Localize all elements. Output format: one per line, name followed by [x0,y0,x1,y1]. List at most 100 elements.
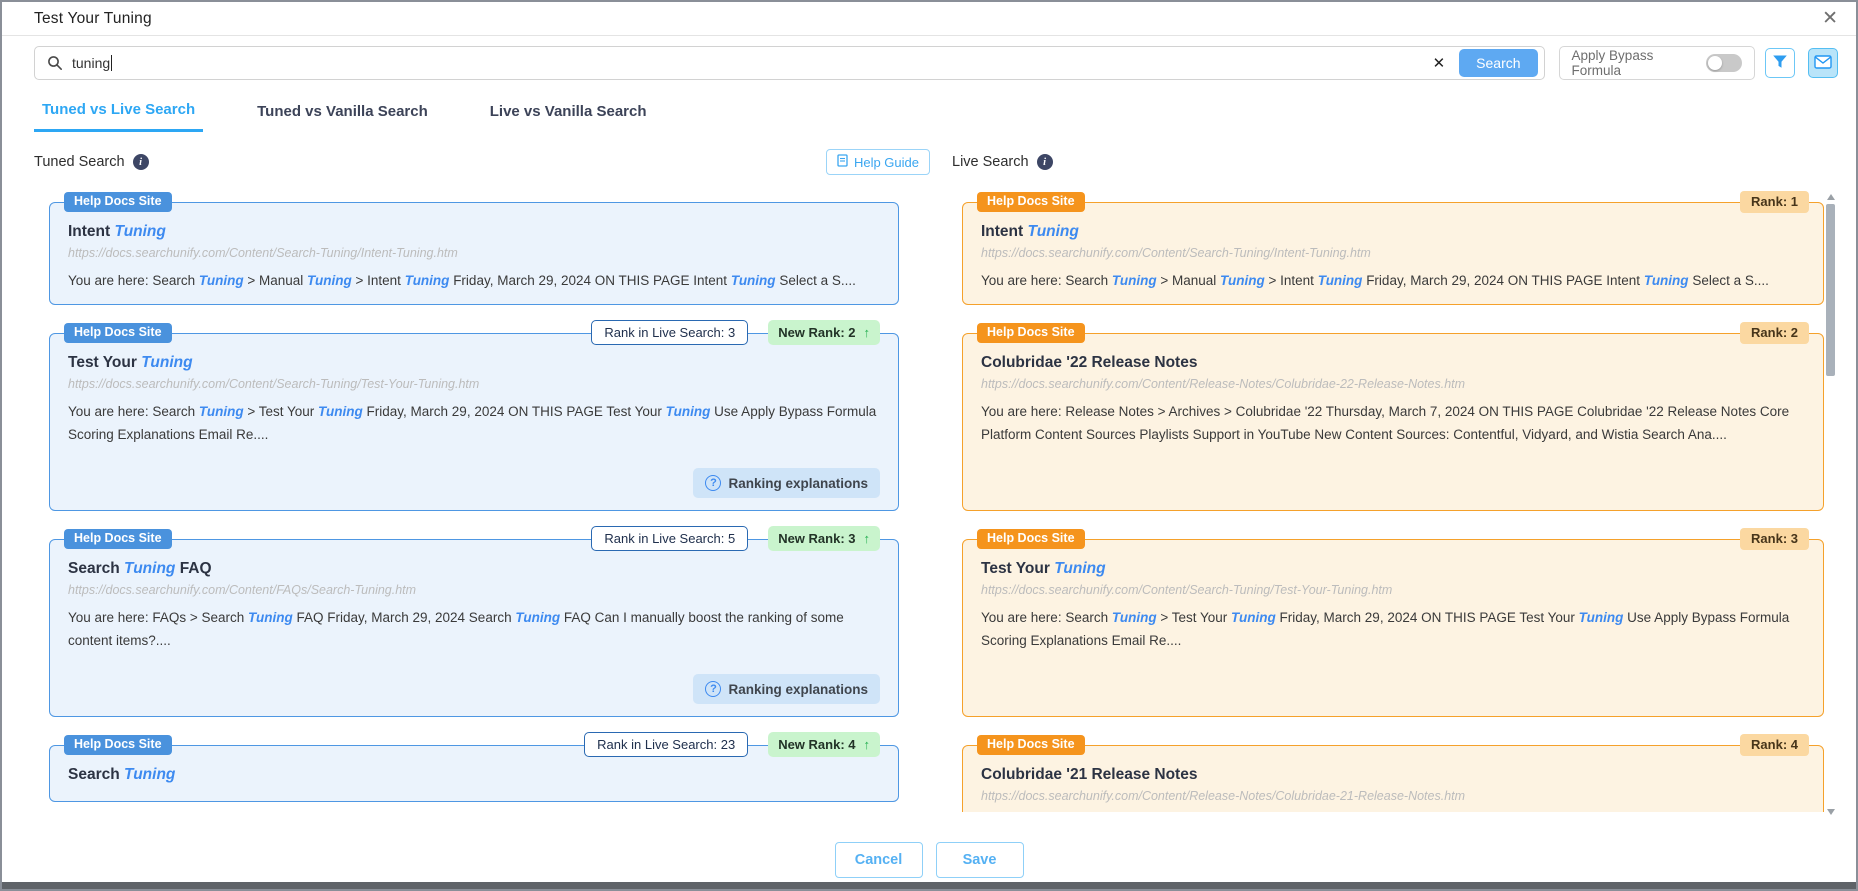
email-icon [1814,55,1832,72]
text-segment: > Test Your [244,404,318,419]
highlighted-term: Tuning [405,273,450,288]
ranking-explanations-label: Ranking explanations [728,682,868,697]
rank-badge: Rank: 1 [1740,191,1809,213]
rank-badges: Rank in Live Search: 3New Rank: 2↑ [591,320,880,345]
result-title[interactable]: Intent Tuning [68,223,880,241]
highlighted-term: Tuning [1054,560,1105,577]
result-card: Help Docs SiteRank in Live Search: 23New… [49,745,899,802]
info-icon[interactable]: i [133,154,149,170]
result-url: https://docs.searchunify.com/Content/Rel… [981,789,1805,803]
text-segment: Friday, March 29, 2024 ON THIS PAGE Inte… [449,273,730,288]
text-segment: You are here: Search [68,404,199,419]
vertical-scrollbar-thumb[interactable] [1826,204,1835,376]
text-segment: > Manual [244,273,307,288]
clear-search-icon[interactable]: ✕ [1433,54,1446,72]
rank-up-arrow-icon: ↑ [864,737,871,752]
source-badge: Help Docs Site [977,192,1085,212]
toggle-knob [1708,56,1722,70]
tuned-search-label: Tuned Search [34,154,125,170]
text-segment: Search [68,560,124,577]
cancel-button[interactable]: Cancel [835,842,923,878]
ranking-explanations-button[interactable]: ? Ranking explanations [693,674,880,704]
text-segment: You are here: Search [981,273,1112,288]
text-segment: You are here: FAQs > Search [68,610,248,625]
highlighted-term: Tuning [1112,273,1157,288]
text-segment: Search [68,766,124,783]
email-button[interactable] [1808,48,1838,78]
result-card: Help Docs SiteRank: 4Colubridae '21 Rele… [962,745,1824,812]
result-title[interactable]: Search Tuning FAQ [68,560,880,578]
text-segment: Friday, March 29, 2024 ON THIS PAGE Test… [363,404,666,419]
source-badge: Help Docs Site [977,735,1085,755]
text-segment: Colubridae '21 Release Notes [981,766,1197,783]
result-snippet: You are here: Search Tuning > Manual Tun… [68,270,880,292]
text-caret [111,55,112,71]
highlighted-term: Tuning [318,404,363,419]
highlighted-term: Tuning [199,404,244,419]
question-circle-icon: ? [705,681,721,697]
highlighted-term: Tuning [515,610,560,625]
text-segment: > Intent [1265,273,1318,288]
new-rank-text: New Rank: 2 [778,325,855,340]
source-badge: Help Docs Site [64,529,172,549]
modal-title: Test Your Tuning [34,10,152,28]
result-url: https://docs.searchunify.com/Content/Sea… [68,246,880,260]
result-url: https://docs.searchunify.com/Content/Sea… [68,377,880,391]
rank-badge: Rank: 4 [1740,734,1809,756]
result-snippet: You are here: Search Tuning > Test Your … [68,401,880,446]
result-title[interactable]: Intent Tuning [981,223,1805,241]
source-badge: Help Docs Site [64,735,172,755]
text-segment: Test Your [981,560,1054,577]
scroll-down-arrow-icon[interactable] [1827,809,1835,815]
text-segment: FAQ Friday, March 29, 2024 Search [293,610,516,625]
rank-in-live-badge: Rank in Live Search: 3 [591,320,748,345]
search-input[interactable]: tuning ✕ Search [34,46,1545,80]
new-rank-badge: New Rank: 3↑ [768,526,880,551]
text-segment: Test Your [68,354,141,371]
highlighted-term: Tuning [199,273,244,288]
new-rank-badge: New Rank: 4 ↑ [768,732,880,757]
help-guide-label: Help Guide [854,155,919,170]
save-button[interactable]: Save [936,842,1024,878]
result-title[interactable]: Test Your Tuning [68,354,880,372]
highlighted-term: Tuning [1220,273,1265,288]
highlighted-term: Tuning [307,273,352,288]
text-segment: You are here: Search [68,273,199,288]
apply-bypass-formula-group: Apply Bypass Formula [1559,46,1756,80]
live-search-label: Live Search [952,154,1029,170]
search-row: tuning ✕ Search Apply Bypass Formula [34,46,1838,80]
filter-button[interactable] [1765,48,1795,78]
ranking-explanations-label: Ranking explanations [728,476,868,491]
highlighted-term: Tuning [1579,610,1624,625]
info-icon[interactable]: i [1037,154,1053,170]
result-card: Help Docs SiteRank: 1Intent Tuninghttps:… [962,202,1824,305]
search-query-text: tuning [72,55,110,71]
result-url: https://docs.searchunify.com/Content/FAQ… [68,583,880,597]
tab-tuned-vs-vanilla-search[interactable]: Tuned vs Vanilla Search [249,95,436,132]
result-title[interactable]: Test Your Tuning [981,560,1805,578]
modal-header: Test Your Tuning ✕ [2,2,1856,36]
tab-tuned-vs-live-search[interactable]: Tuned vs Live Search [34,95,203,132]
text-segment: Select a S.... [1689,273,1769,288]
help-guide-button[interactable]: Help Guide [826,149,930,175]
results-region: Help Docs Site Intent Tuning https://docs.… [2,187,1856,812]
close-icon[interactable]: ✕ [1822,9,1838,28]
highlighted-term: Tuning [666,404,711,419]
ranking-explanations-button[interactable]: ?Ranking explanations [693,468,880,498]
source-badge: Help Docs Site [64,323,172,343]
new-rank-text: New Rank: 4 [778,737,855,752]
comparison-tabs: Tuned vs Live Search Tuned vs Vanilla Se… [34,95,1824,132]
text-segment: > Intent [352,273,405,288]
horizontal-scrollbar-thumb[interactable] [2,882,1856,889]
result-title[interactable]: Search Tuning [68,766,880,784]
scroll-up-arrow-icon[interactable] [1827,194,1835,200]
result-title[interactable]: Colubridae '22 Release Notes [981,354,1805,372]
source-badge: Help Docs Site [977,323,1085,343]
search-button[interactable]: Search [1459,49,1537,77]
apply-bypass-formula-toggle[interactable] [1706,54,1742,72]
tuned-search-heading: Tuned Search i [34,154,149,170]
highlighted-term: Tuning [1644,273,1689,288]
result-title[interactable]: Colubridae '21 Release Notes [981,766,1805,784]
rank-badge: Rank: 2 [1740,322,1809,344]
tab-live-vs-vanilla-search[interactable]: Live vs Vanilla Search [482,95,655,132]
